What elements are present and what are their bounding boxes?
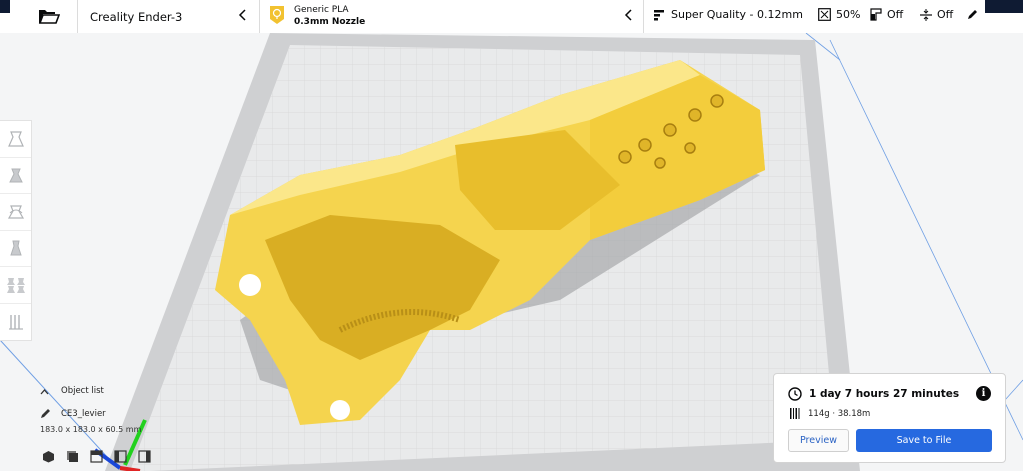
print-job-panel: 1 day 7 hours 27 minutes i 114g · 38.18m… [773, 373, 1006, 463]
pencil-icon[interactable] [967, 9, 978, 20]
support-blocker-button[interactable] [0, 304, 31, 341]
chevron-up-icon [40, 388, 49, 394]
clock-icon [788, 387, 802, 401]
window-edge-right [985, 0, 1023, 13]
move-tool-button[interactable] [0, 121, 31, 158]
3d-view-icon[interactable] [42, 450, 55, 463]
save-to-file-button[interactable]: Save to File [856, 429, 992, 452]
right-view-icon[interactable] [138, 450, 151, 463]
camera-view-buttons [42, 450, 151, 463]
print-settings-selector[interactable]: Super Quality - 0.12mm 50% Off Off [644, 0, 986, 33]
support-blocker-icon [8, 314, 23, 330]
info-icon[interactable]: i [976, 386, 991, 401]
per-model-settings-button[interactable] [0, 267, 31, 304]
pencil-icon [41, 409, 50, 418]
infill-value: 50% [836, 8, 861, 21]
window-edge-left [0, 0, 10, 13]
chevron-left-icon [238, 9, 246, 21]
object-name-row[interactable]: CE3_levier [40, 408, 141, 419]
printer-selector[interactable]: Creality Ender-3 [78, 0, 258, 33]
scale-tool-icon [8, 168, 23, 183]
support-value: Off [887, 8, 904, 21]
scale-tool-button[interactable] [0, 158, 31, 194]
infill-icon [818, 8, 831, 21]
material-usage: 114g · 38.18m [808, 408, 871, 419]
folder-icon [38, 10, 60, 24]
top-toolbar: Creality Ender-3 Generic PLA 0.3mm Nozzl… [0, 0, 1023, 33]
per-model-settings-icon [6, 277, 25, 293]
nozzle-size: 0.3mm Nozzle [294, 17, 366, 27]
preview-button[interactable]: Preview [788, 429, 849, 452]
printer-name: Creality Ender-3 [90, 9, 183, 24]
spool-icon [790, 408, 800, 419]
left-view-icon[interactable] [114, 450, 127, 463]
support-icon [870, 8, 882, 21]
mirror-tool-icon [9, 240, 22, 256]
top-view-icon[interactable] [90, 450, 103, 463]
print-time: 1 day 7 hours 27 minutes [809, 388, 960, 400]
object-name: CE3_levier [61, 408, 106, 419]
material-selector[interactable]: Generic PLA 0.3mm Nozzle [260, 0, 642, 33]
rotate-tool-button[interactable] [0, 194, 31, 231]
quality-layers-icon [654, 9, 664, 20]
object-dimensions: 183.0 x 183.0 x 60.5 mm [40, 425, 142, 434]
open-file-button[interactable] [34, 4, 64, 28]
front-view-icon[interactable] [66, 450, 79, 463]
adhesion-value: Off [937, 8, 954, 21]
object-list-title: Object list [61, 386, 104, 396]
quality-profile: Super Quality - 0.12mm [671, 8, 803, 21]
rotate-tool-icon [7, 205, 24, 219]
object-list-panel: Object list CE3_levier 183.0 x 183.0 x 6… [40, 386, 141, 434]
left-tool-panel [0, 120, 32, 341]
object-list-toggle[interactable]: Object list [40, 386, 141, 396]
material-badge-icon [270, 6, 284, 24]
move-tool-icon [7, 131, 24, 147]
mirror-tool-button[interactable] [0, 231, 31, 267]
adhesion-icon [920, 8, 932, 21]
material-name: Generic PLA [294, 5, 349, 15]
chevron-left-icon [624, 9, 632, 21]
